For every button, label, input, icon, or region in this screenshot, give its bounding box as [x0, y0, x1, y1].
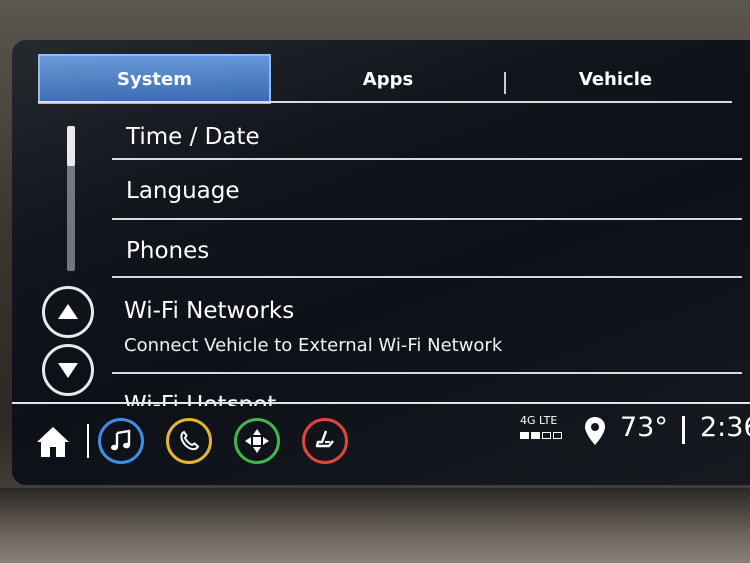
tab-vehicle-label: Vehicle — [578, 68, 653, 90]
list-item-wifi-networks[interactable]: Wi-Fi Networks Connect Vehicle to Extern… — [112, 280, 742, 372]
home-separator — [87, 424, 89, 458]
settings-list: Time / Date Language Phones Wi-Fi Networ… — [112, 110, 742, 410]
signal-strength — [520, 432, 562, 439]
scroll-up-button[interactable] — [42, 286, 94, 338]
navigation-button[interactable] — [234, 418, 280, 464]
list-item-title: Language — [126, 178, 240, 204]
tab-underline — [38, 101, 732, 103]
arrow-up-icon — [58, 304, 78, 319]
tab-apps[interactable]: Apps — [278, 54, 498, 104]
list-divider — [112, 218, 742, 220]
scrollbar-thumb[interactable] — [67, 126, 75, 166]
tab-apps-label: Apps — [362, 68, 414, 90]
network-type: 4G LTE — [520, 414, 558, 427]
list-item-title: Phones — [126, 238, 210, 264]
bottom-bar: 4G LTE 73° 2:36 — [12, 404, 750, 485]
music-icon — [111, 429, 131, 451]
list-item-title: Wi-Fi Networks — [124, 298, 295, 324]
signal-bar — [553, 432, 562, 439]
home-button[interactable] — [34, 424, 74, 464]
tab-system[interactable]: System — [38, 54, 271, 104]
seat-settings-button[interactable] — [302, 418, 348, 464]
list-item-subtitle: Connect Vehicle to External Wi-Fi Networ… — [124, 335, 503, 356]
tab-separator — [504, 72, 506, 94]
phone-button[interactable] — [166, 418, 212, 464]
clock: 2:36 — [700, 412, 750, 443]
signal-bar — [542, 432, 551, 439]
tab-vehicle[interactable]: Vehicle — [508, 54, 723, 104]
signal-bar — [520, 432, 529, 439]
bezel-bottom — [0, 488, 750, 563]
list-item-title: Time / Date — [126, 124, 260, 150]
location-pin-icon — [584, 416, 606, 450]
infotainment-screen: System Apps Vehicle Time / Date Language — [12, 40, 750, 485]
list-divider — [112, 158, 742, 160]
outside-temperature: 73° — [620, 412, 668, 443]
list-item-phones[interactable]: Phones — [112, 222, 742, 278]
audio-button[interactable] — [98, 418, 144, 464]
phone-icon — [180, 430, 200, 451]
seat-icon — [315, 430, 334, 448]
list-item-language[interactable]: Language — [112, 162, 742, 218]
list-item-time-date[interactable]: Time / Date — [112, 110, 742, 160]
signal-bar — [531, 432, 540, 439]
status-separator — [682, 416, 685, 444]
tab-system-label: System — [117, 68, 192, 90]
list-divider — [112, 372, 742, 374]
arrow-down-icon — [58, 363, 78, 378]
scroll-down-button[interactable] — [42, 344, 94, 396]
list-divider — [112, 276, 742, 278]
tab-bar: System Apps Vehicle — [38, 54, 738, 106]
navigation-icon — [245, 429, 269, 453]
home-icon — [37, 427, 69, 457]
